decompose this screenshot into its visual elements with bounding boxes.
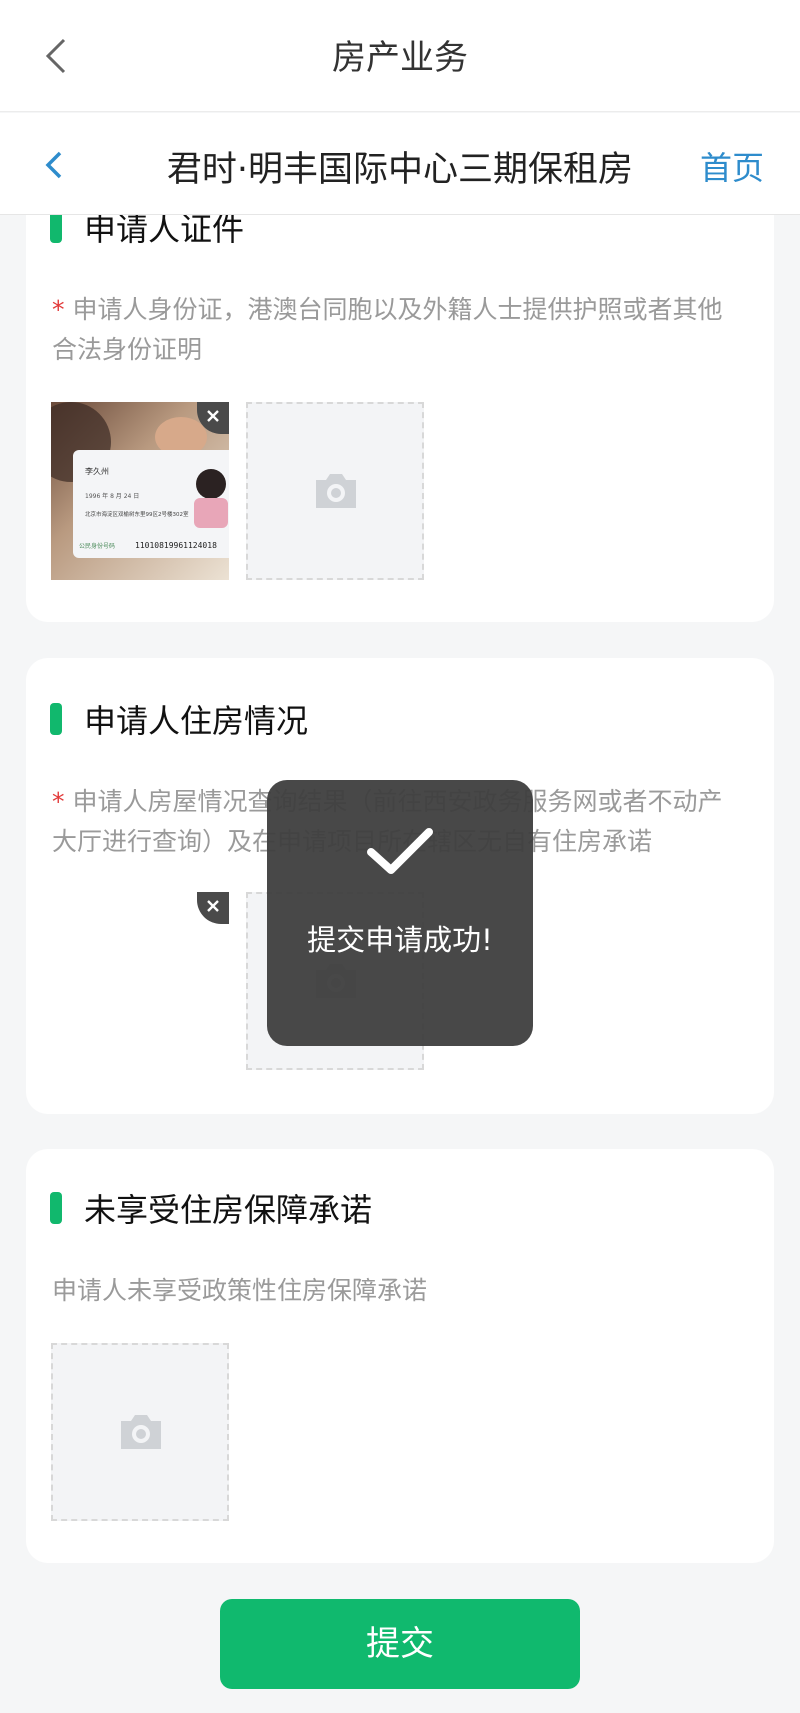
section-accent-bar (50, 211, 62, 243)
required-mark: * (52, 295, 65, 324)
id-number-label: 公民身份号码 (79, 542, 115, 550)
section-header: 未享受住房保障承诺 (50, 1185, 372, 1231)
id-birth: 1996 年 8 月 24 日 (85, 492, 139, 500)
upload-slot[interactable] (51, 1343, 229, 1521)
section-accent-bar (50, 1192, 62, 1224)
toast-message: 提交申请成功! (307, 923, 493, 957)
app-bar: 房产业务 (0, 0, 800, 112)
uploaded-id-photo[interactable]: 李久州 1996 年 8 月 24 日 北京市海淀区双榆树东里99区2号楼302… (51, 402, 229, 580)
section-header: 申请人住房情况 (50, 696, 308, 742)
sub-header: 君时·明丰国际中心三期保租房 首页 (0, 113, 800, 215)
section-description: * 申请人身份证，港澳台同胞以及外籍人士提供护照或者其他合法身份证明 (52, 290, 746, 370)
section-accent-bar (50, 703, 62, 735)
id-name: 李久州 (85, 466, 109, 476)
description-text: 申请人身份证，港澳台同胞以及外籍人士提供护照或者其他合法身份证明 (52, 295, 723, 364)
close-icon (207, 410, 219, 422)
required-mark: * (52, 787, 65, 816)
submit-button[interactable]: 提交 (220, 1599, 580, 1689)
upload-slot[interactable] (246, 402, 424, 580)
section-title: 未享受住房保障承诺 (84, 1191, 373, 1229)
checkmark-icon (367, 828, 433, 874)
project-title: 君时·明丰国际中心三期保租房 (166, 150, 634, 190)
section-no-housing-guarantee: 未享受住房保障承诺 申请人未享受政策性住房保障承诺 (26, 1149, 774, 1563)
id-address: 北京市海淀区双榆树东里99区2号楼302室 (85, 510, 189, 518)
success-toast: 提交申请成功! (267, 780, 533, 1046)
section-description: 申请人未享受政策性住房保障承诺 (52, 1276, 428, 1305)
section-applicant-id: 申请人证件 * 申请人身份证，港澳台同胞以及外籍人士提供护照或者其他合法身份证明 … (26, 150, 774, 622)
close-icon (207, 900, 219, 912)
id-number: 11010819961124018 (135, 541, 217, 550)
app-title: 房产业务 (332, 38, 468, 78)
section-title: 申请人住房情况 (84, 702, 309, 740)
delete-photo-button[interactable] (197, 892, 229, 924)
home-link[interactable]: 首页 (700, 143, 764, 189)
camera-icon (316, 474, 356, 508)
camera-icon (121, 1415, 161, 1449)
delete-photo-button[interactable] (197, 402, 229, 434)
